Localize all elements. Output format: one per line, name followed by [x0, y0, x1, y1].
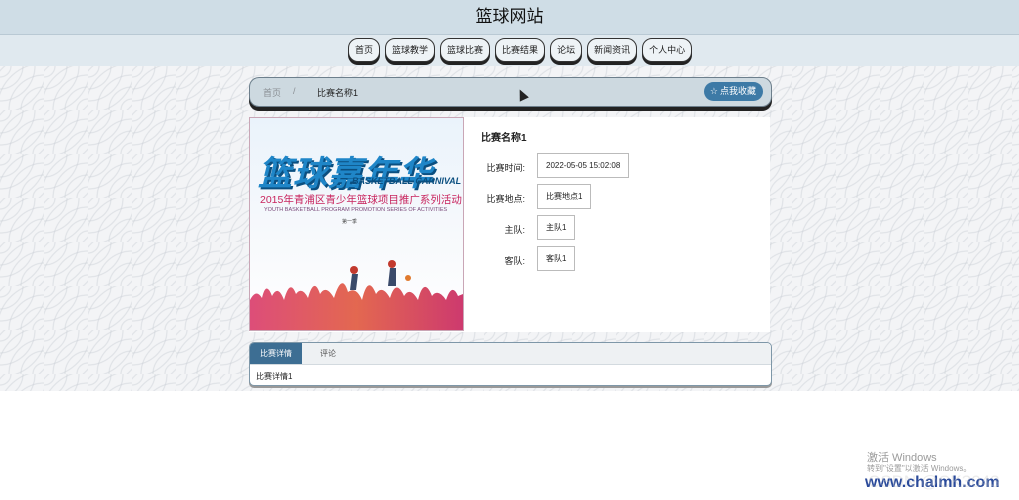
poster-title: 篮球嘉年华: [258, 155, 433, 193]
nav-basketball-teaching[interactable]: 篮球教学: [385, 38, 436, 62]
poster-season: 第一季: [342, 219, 358, 225]
match-location-value: 比赛地点1: [537, 184, 592, 209]
crowd-illustration: [250, 260, 463, 330]
away-team-label: 客队:: [504, 256, 525, 266]
away-team-value: 客队1: [537, 246, 576, 271]
match-time-value: 2022-05-05 15:02:08: [537, 153, 630, 178]
match-time-label: 比赛时间:: [486, 163, 525, 173]
star-icon: ☆: [709, 86, 718, 96]
match-location-label: 比赛地点:: [486, 194, 525, 204]
tab-comments[interactable]: 评论: [310, 343, 346, 364]
main-nav: 首页 篮球教学 篮球比赛 比赛结果 论坛 新闻资讯 个人中心: [0, 35, 1019, 66]
match-name: 比赛名称1: [481, 133, 527, 144]
breadcrumb: 首页 / 比赛名称1 ☆ 点我收藏: [249, 77, 772, 107]
poster-event-line-en: YOUTH BASKETBALL PROGRAM PROMOTION SERIE…: [264, 207, 448, 213]
nav-forum[interactable]: 论坛: [550, 38, 583, 62]
home-team-label: 主队:: [504, 225, 525, 235]
csdn-watermark: CSDN @CK3043: [868, 472, 1000, 491]
nav-match-results[interactable]: 比赛结果: [495, 38, 546, 62]
home-team-value: 主队1: [537, 215, 576, 240]
nav-home[interactable]: 首页: [348, 38, 381, 62]
nav-news[interactable]: 新闻资讯: [587, 38, 638, 62]
favorite-button[interactable]: ☆ 点我收藏: [703, 82, 763, 101]
nav-personal-center[interactable]: 个人中心: [642, 38, 693, 62]
detail-tabs: 比赛详情 评论 比赛详情1: [249, 342, 772, 386]
nav-basketball-match[interactable]: 篮球比赛: [440, 38, 491, 62]
breadcrumb-current: 比赛名称1: [317, 88, 359, 98]
site-title: 篮球网站: [0, 0, 1019, 35]
poster-event-line: 2015年青浦区青少年篮球项目推广系列活动: [260, 194, 462, 206]
breadcrumb-home-link[interactable]: 首页: [263, 86, 281, 99]
match-poster-image: 篮球嘉年华 BASKETBALL CARNIVAL 2015年青浦区青少年篮球项…: [249, 117, 464, 331]
breadcrumb-separator: /: [293, 86, 296, 96]
tab-match-details[interactable]: 比赛详情: [250, 343, 302, 364]
poster-subtitle: BASKETBALL CARNIVAL: [352, 176, 462, 186]
tab-content: 比赛详情1: [256, 372, 293, 381]
tab-header: 比赛详情 评论: [250, 343, 771, 365]
match-detail: 篮球嘉年华 BASKETBALL CARNIVAL 2015年青浦区青少年篮球项…: [249, 117, 770, 332]
favorite-label: 点我收藏: [719, 86, 756, 96]
